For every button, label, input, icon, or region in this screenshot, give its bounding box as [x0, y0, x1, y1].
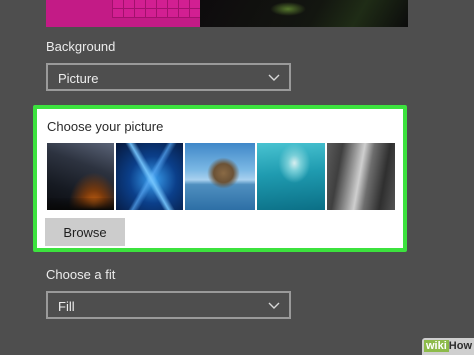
thumbnail-night-sky[interactable] — [47, 143, 114, 210]
background-preview — [46, 0, 408, 27]
background-dropdown-value: Picture — [58, 71, 99, 86]
fit-dropdown[interactable]: Fill — [46, 291, 291, 319]
thumbnail-windows-light[interactable] — [116, 143, 183, 210]
watermark-wiki: wiki — [423, 340, 449, 352]
background-dropdown[interactable]: Picture — [46, 63, 291, 91]
thumbnail-beach[interactable] — [185, 143, 255, 210]
wikihow-watermark: wiki How — [422, 338, 474, 355]
preview-image — [200, 0, 408, 27]
thumbnail-rock[interactable] — [327, 143, 395, 210]
choose-picture-label: Choose your picture — [47, 119, 164, 134]
browse-button[interactable]: Browse — [45, 218, 125, 246]
chevron-down-icon — [268, 74, 280, 81]
background-label: Background — [46, 39, 116, 54]
fit-dropdown-value: Fill — [58, 299, 75, 314]
watermark-how: How — [448, 340, 473, 352]
choose-picture-panel: Choose your picture Browse — [33, 105, 407, 252]
thumbnail-underwater[interactable] — [257, 143, 325, 210]
chevron-down-icon — [268, 302, 280, 309]
preview-tiles — [112, 0, 200, 18]
choose-fit-label: Choose a fit — [46, 267, 116, 282]
